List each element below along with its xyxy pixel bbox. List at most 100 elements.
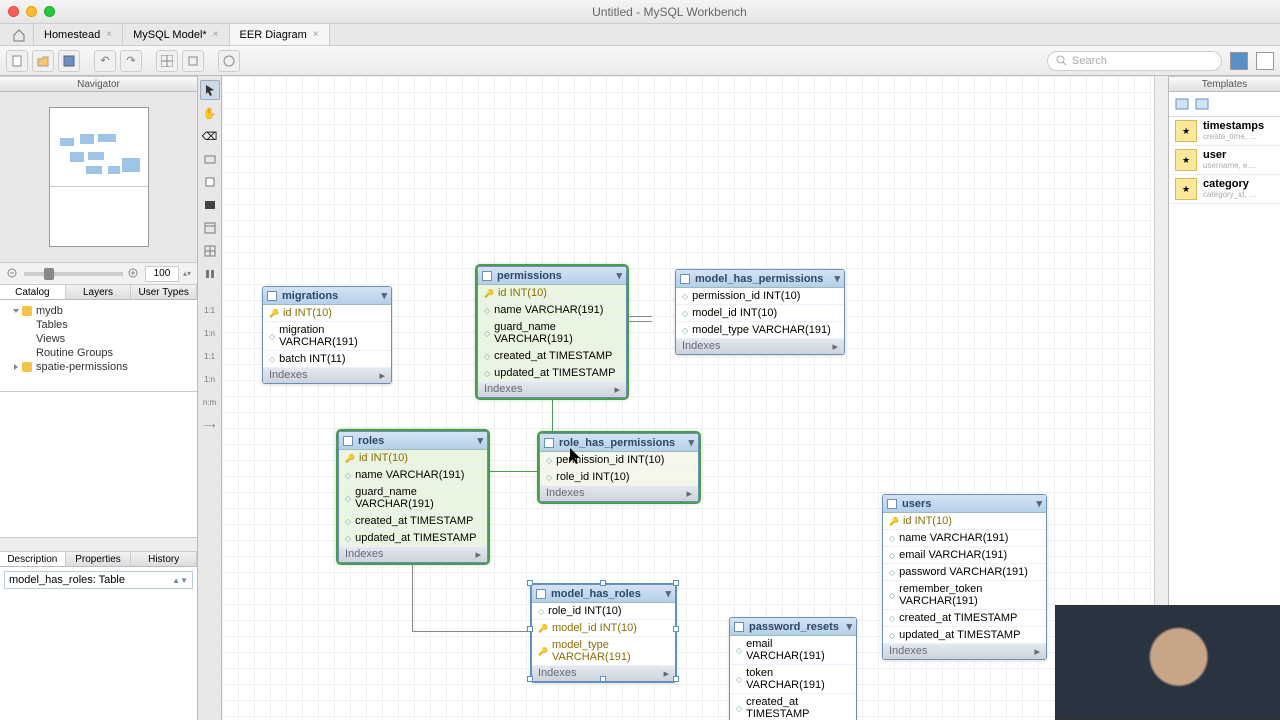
tree-scrollbar[interactable] bbox=[0, 537, 197, 551]
tree-schema-spatie[interactable]: spatie-permissions bbox=[0, 360, 197, 374]
column[interactable]: name VARCHAR(191) bbox=[478, 302, 626, 319]
resize-handle[interactable] bbox=[527, 626, 533, 632]
template-user[interactable]: ★ userusername, e… bbox=[1169, 146, 1280, 175]
collapse-icon[interactable]: ▾ bbox=[477, 434, 483, 447]
tab-homestead[interactable]: Homestead × bbox=[34, 24, 123, 45]
column[interactable]: created_at TIMESTAMP bbox=[883, 610, 1046, 627]
column[interactable]: email VARCHAR(191) bbox=[883, 547, 1046, 564]
indexes-section[interactable]: Indexes▸ bbox=[540, 486, 698, 501]
image-tool[interactable] bbox=[200, 195, 220, 215]
tree-tables[interactable]: Tables bbox=[0, 318, 197, 332]
rel-1-1-id-tool[interactable]: 1:1 bbox=[200, 346, 220, 366]
column[interactable]: created_at TIMESTAMP bbox=[478, 348, 626, 365]
column[interactable]: model_id INT(10) bbox=[532, 620, 675, 637]
column[interactable]: role_id INT(10) bbox=[540, 469, 698, 486]
zoom-window-button[interactable] bbox=[44, 6, 55, 17]
close-icon[interactable]: × bbox=[313, 29, 319, 40]
align-button[interactable] bbox=[182, 50, 204, 72]
zoom-stepper-icon[interactable]: ▴▾ bbox=[183, 269, 191, 278]
right-pane-toggle[interactable] bbox=[1256, 52, 1274, 70]
tab-mysql-model[interactable]: MySQL Model* × bbox=[123, 24, 229, 45]
entity-role-has-permissions[interactable]: role_has_permissions▾ permission_id INT(… bbox=[539, 433, 699, 502]
column[interactable]: guard_name VARCHAR(191) bbox=[478, 319, 626, 348]
column[interactable]: updated_at TIMESTAMP bbox=[339, 530, 487, 547]
template-timestamps[interactable]: ★ timestampscreate_time, … bbox=[1169, 117, 1280, 146]
column[interactable]: updated_at TIMESTAMP bbox=[883, 627, 1046, 644]
tab-user-types[interactable]: User Types bbox=[131, 285, 197, 299]
collapse-icon[interactable]: ▾ bbox=[834, 272, 840, 285]
redo-button[interactable]: ↷ bbox=[120, 50, 142, 72]
tab-catalog[interactable]: Catalog bbox=[0, 285, 66, 299]
rel-1-n-id-tool[interactable]: 1:n bbox=[200, 369, 220, 389]
column[interactable]: guard_name VARCHAR(191) bbox=[339, 484, 487, 513]
tree-routine-groups[interactable]: Routine Groups bbox=[0, 346, 197, 360]
close-icon[interactable]: × bbox=[106, 29, 112, 40]
column[interactable]: name VARCHAR(191) bbox=[883, 530, 1046, 547]
column[interactable]: email VARCHAR(191) bbox=[730, 636, 856, 665]
diagram-canvas[interactable]: migrations▾ id INT(10) migration VARCHAR… bbox=[222, 76, 1168, 720]
resize-handle[interactable] bbox=[673, 580, 679, 586]
close-icon[interactable]: × bbox=[213, 29, 219, 40]
save-button[interactable] bbox=[58, 50, 80, 72]
hand-tool[interactable]: ✋ bbox=[200, 103, 220, 123]
zoom-out-icon[interactable] bbox=[6, 267, 20, 281]
collapse-icon[interactable]: ▾ bbox=[616, 269, 622, 282]
resize-handle[interactable] bbox=[527, 676, 533, 682]
collapse-icon[interactable]: ▾ bbox=[665, 587, 671, 600]
eraser-tool[interactable]: ⌫ bbox=[200, 126, 220, 146]
view-tool[interactable] bbox=[200, 241, 220, 261]
column[interactable]: token VARCHAR(191) bbox=[730, 665, 856, 694]
entity-users[interactable]: users▾ id INT(10) name VARCHAR(191) emai… bbox=[882, 494, 1047, 660]
column[interactable]: id INT(10) bbox=[263, 305, 391, 322]
layer-tool[interactable] bbox=[200, 149, 220, 169]
resize-handle[interactable] bbox=[673, 676, 679, 682]
column[interactable]: model_type VARCHAR(191) bbox=[676, 322, 844, 339]
column[interactable]: model_id INT(10) bbox=[676, 305, 844, 322]
column[interactable]: created_at TIMESTAMP bbox=[730, 694, 856, 720]
grid-button[interactable] bbox=[156, 50, 178, 72]
zoom-slider[interactable] bbox=[24, 272, 123, 276]
new-file-button[interactable] bbox=[6, 50, 28, 72]
home-tab[interactable] bbox=[4, 24, 34, 45]
column[interactable]: permission_id INT(10) bbox=[676, 288, 844, 305]
entity-model-has-permissions[interactable]: model_has_permissions▾ permission_id INT… bbox=[675, 269, 845, 355]
template-add-button[interactable] bbox=[1195, 96, 1211, 112]
entity-model-has-roles[interactable]: model_has_roles▾ role_id INT(10) model_i… bbox=[531, 584, 676, 682]
left-pane-toggle[interactable] bbox=[1230, 52, 1248, 70]
table-tool[interactable] bbox=[200, 218, 220, 238]
rel-1-n-nonid-tool[interactable]: 1:n bbox=[200, 323, 220, 343]
tab-description[interactable]: Description bbox=[0, 552, 66, 566]
collapse-icon[interactable]: ▾ bbox=[381, 289, 387, 302]
collapse-icon[interactable]: ▾ bbox=[1036, 497, 1042, 510]
tab-eer-diagram[interactable]: EER Diagram × bbox=[230, 24, 330, 45]
column[interactable]: id INT(10) bbox=[883, 513, 1046, 530]
indexes-section[interactable]: Indexes▸ bbox=[339, 547, 487, 562]
rel-1-1-nonid-tool[interactable]: 1:1 bbox=[200, 300, 220, 320]
column[interactable]: created_at TIMESTAMP bbox=[339, 513, 487, 530]
close-window-button[interactable] bbox=[8, 6, 19, 17]
note-tool[interactable] bbox=[200, 172, 220, 192]
tab-history[interactable]: History bbox=[131, 552, 197, 566]
routine-tool[interactable] bbox=[200, 264, 220, 284]
template-category[interactable]: ★ categorycategory_id, … bbox=[1169, 175, 1280, 204]
collapse-icon[interactable]: ▾ bbox=[688, 436, 694, 449]
selection-description[interactable]: model_has_roles: Table ▲▼ bbox=[4, 571, 193, 589]
tab-layers[interactable]: Layers bbox=[66, 285, 132, 299]
undo-button[interactable]: ↶ bbox=[94, 50, 116, 72]
resize-handle[interactable] bbox=[600, 676, 606, 682]
column[interactable]: model_type VARCHAR(191) bbox=[532, 637, 675, 666]
tree-views[interactable]: Views bbox=[0, 332, 197, 346]
search-input[interactable]: Search bbox=[1047, 51, 1222, 71]
resize-handle[interactable] bbox=[600, 580, 606, 586]
resize-handle[interactable] bbox=[527, 580, 533, 586]
column[interactable]: updated_at TIMESTAMP bbox=[478, 365, 626, 382]
indexes-section[interactable]: Indexes▸ bbox=[263, 368, 391, 383]
entity-password-resets[interactable]: password_resets▾ email VARCHAR(191) toke… bbox=[729, 617, 857, 720]
rel-n-m-tool[interactable]: n:m bbox=[200, 392, 220, 412]
column[interactable]: id INT(10) bbox=[339, 450, 487, 467]
column[interactable]: remember_token VARCHAR(191) bbox=[883, 581, 1046, 610]
indexes-section[interactable]: Indexes▸ bbox=[676, 339, 844, 354]
column[interactable]: permission_id INT(10) bbox=[540, 452, 698, 469]
column[interactable]: role_id INT(10) bbox=[532, 603, 675, 620]
entity-permissions[interactable]: permissions▾ id INT(10) name VARCHAR(191… bbox=[477, 266, 627, 398]
